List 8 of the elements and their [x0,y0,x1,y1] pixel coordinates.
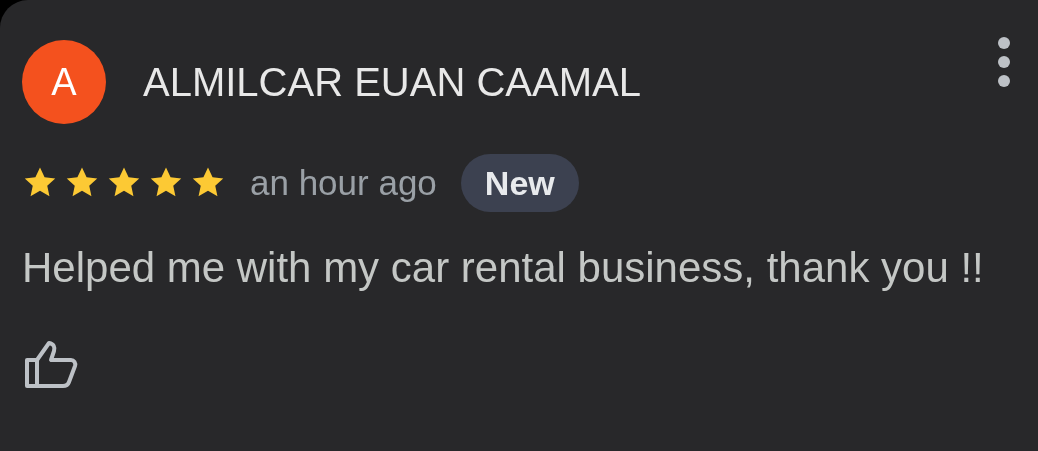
thumbs-up-icon [24,340,78,388]
new-badge: New [460,154,579,212]
review-time: an hour ago [250,161,437,204]
author-name: ALMILCAR EUAN CAAMAL [143,59,642,106]
review-text: Helped me with my car rental business, thank you !! [22,243,985,293]
dots-icon [998,37,1010,87]
avatar: A [22,40,106,124]
like-button[interactable] [22,339,80,389]
